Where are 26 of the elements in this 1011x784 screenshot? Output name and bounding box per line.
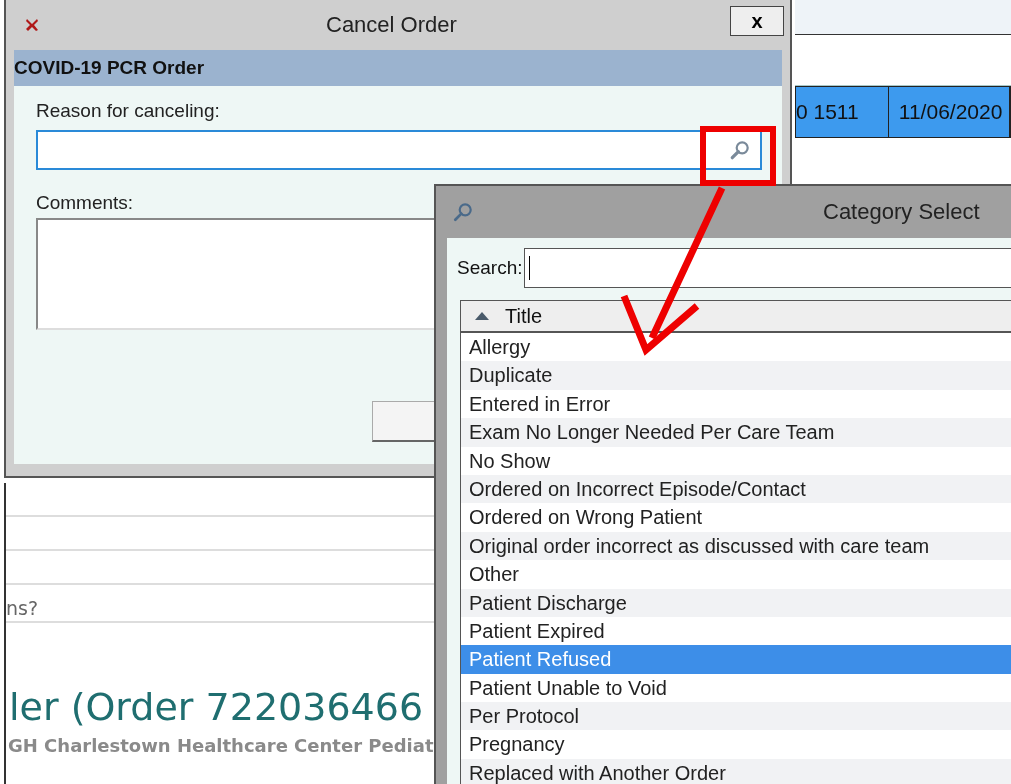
comments-label: Comments:: [36, 192, 134, 214]
location-text: GH Charlestown Healthcare Center Pediat: [8, 735, 434, 756]
close-x-icon: [24, 17, 40, 33]
list-item[interactable]: Per Protocol: [461, 702, 1011, 731]
list-item[interactable]: Ordered on Incorrect Episode/Contact: [461, 474, 1011, 504]
close-button[interactable]: x: [730, 6, 784, 36]
list-item[interactable]: Exam No Longer Needed Per Care Team: [461, 418, 1011, 447]
table-cell: 11/06/2020: [888, 87, 1010, 137]
reason-label: Reason for canceling:: [36, 100, 220, 122]
list-item[interactable]: Patient Discharge: [461, 588, 1011, 617]
dialog-title: Cancel Order: [326, 12, 457, 38]
table-cell: 0 1511: [796, 87, 889, 137]
search-icon: [452, 201, 474, 223]
reason-field[interactable]: [36, 130, 762, 170]
list-item[interactable]: Original order incorrect as discussed with care team: [461, 531, 1011, 561]
list-item[interactable]: Duplicate: [461, 361, 1011, 390]
dialog-title: Category Select: [823, 199, 980, 225]
table-row[interactable]: 0 1511 11/06/2020: [795, 86, 1011, 138]
column-header[interactable]: Title: [461, 301, 1011, 333]
question-text: ns?: [6, 597, 39, 619]
list-item[interactable]: Replaced with Another Order: [461, 758, 1011, 784]
search-field[interactable]: [524, 248, 1011, 288]
order-name: COVID-19 PCR Order: [14, 57, 205, 79]
order-heading: ler (Order 722036466: [8, 685, 424, 729]
search-icon: [729, 139, 751, 161]
search-label: Search:: [457, 257, 523, 279]
